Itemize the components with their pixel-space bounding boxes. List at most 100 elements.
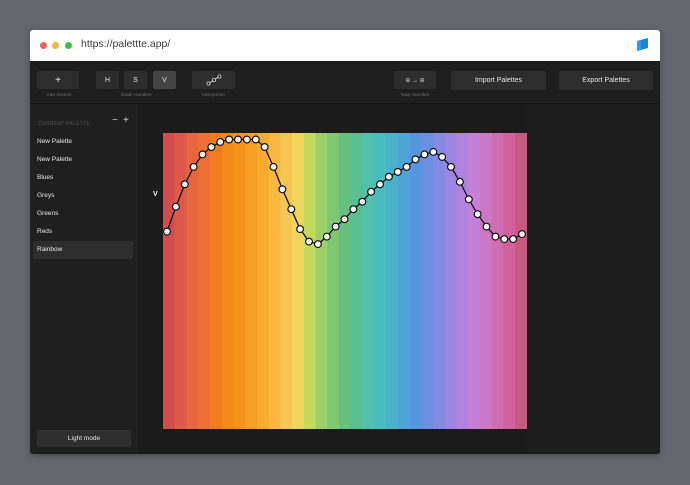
- palette-canvas: [162, 133, 528, 429]
- curve-handle[interactable]: [162, 227, 172, 236]
- curve-handle[interactable]: [500, 235, 509, 244]
- curve-handle[interactable]: [251, 135, 260, 144]
- swatch-strip: [163, 133, 528, 429]
- color-swatch[interactable]: [491, 133, 505, 429]
- curve-handle[interactable]: [358, 197, 367, 206]
- color-swatch[interactable]: [163, 133, 176, 429]
- import-palettes-button[interactable]: Import Palettes: [451, 71, 546, 90]
- curve-handle[interactable]: [242, 135, 251, 144]
- light-mode-button[interactable]: Light mode: [37, 430, 131, 447]
- curve-handle[interactable]: [518, 230, 527, 239]
- color-swatch[interactable]: [503, 133, 516, 429]
- maximize-window-button[interactable]: [65, 42, 72, 49]
- curve-handle[interactable]: [367, 187, 376, 196]
- curve-handle[interactable]: [313, 240, 322, 249]
- color-swatch[interactable]: [480, 133, 493, 429]
- map-handles-icon: ⊖ → ⊖: [405, 77, 425, 84]
- color-swatch[interactable]: [245, 133, 258, 429]
- curve-handle[interactable]: [331, 222, 340, 231]
- curve-handle[interactable]: [384, 172, 393, 181]
- scale-s-button[interactable]: S: [124, 71, 147, 89]
- color-swatch[interactable]: [303, 133, 317, 429]
- curve-handle[interactable]: [340, 215, 349, 224]
- color-swatch[interactable]: [221, 133, 235, 429]
- curve-handle[interactable]: [473, 210, 482, 219]
- curve-handle[interactable]: [393, 167, 402, 176]
- color-swatch[interactable]: [374, 133, 387, 429]
- palette-item[interactable]: Greys: [33, 187, 133, 205]
- curve-handle[interactable]: [376, 180, 385, 189]
- palette-item[interactable]: Blues: [33, 169, 133, 187]
- color-swatch[interactable]: [327, 133, 340, 429]
- curve-handle[interactable]: [171, 202, 180, 211]
- color-swatch[interactable]: [362, 133, 375, 429]
- curve-handle[interactable]: [429, 147, 438, 156]
- curve-handle[interactable]: [198, 150, 207, 159]
- curve-handle[interactable]: [278, 185, 287, 194]
- remove-palette-button[interactable]: −: [112, 115, 118, 126]
- color-swatch[interactable]: [397, 133, 411, 429]
- map-handles-label: Map Handles: [400, 93, 430, 98]
- color-swatch[interactable]: [515, 133, 528, 429]
- color-swatch[interactable]: [233, 133, 246, 429]
- curve-handle[interactable]: [447, 162, 456, 171]
- toolbar: + Add Search H S V Scale Handles Interpo…: [30, 61, 660, 104]
- color-swatch[interactable]: [409, 133, 422, 429]
- curve-handle[interactable]: [296, 225, 305, 234]
- palette-item[interactable]: New Palette: [33, 151, 133, 169]
- curve-handle[interactable]: [411, 155, 420, 164]
- curve-handle[interactable]: [269, 162, 278, 171]
- interpolate-button[interactable]: [192, 71, 235, 89]
- palette-item[interactable]: New Palette: [33, 133, 133, 151]
- color-swatch[interactable]: [444, 133, 458, 429]
- scale-v-button[interactable]: V: [153, 71, 176, 89]
- curve-handle[interactable]: [438, 152, 447, 161]
- color-swatch[interactable]: [421, 133, 434, 429]
- curve-handle[interactable]: [216, 137, 225, 147]
- curve-handle[interactable]: [420, 150, 429, 159]
- curve-handle[interactable]: [287, 205, 296, 214]
- curve-handle[interactable]: [349, 205, 358, 214]
- color-swatch[interactable]: [209, 133, 223, 429]
- color-swatch[interactable]: [256, 133, 270, 429]
- curve-handle[interactable]: [464, 195, 473, 204]
- palettte-logo-icon: [637, 38, 648, 51]
- export-palettes-button[interactable]: Export Palettes: [559, 71, 653, 90]
- close-window-button[interactable]: [40, 42, 47, 49]
- curve-handle[interactable]: [260, 143, 269, 152]
- curve-handle[interactable]: [207, 143, 216, 152]
- scale-h-button[interactable]: H: [96, 71, 119, 89]
- address-bar[interactable]: https://palettte.app/: [81, 38, 170, 50]
- add-search-button[interactable]: +: [37, 71, 79, 89]
- map-handles-button[interactable]: ⊖ → ⊖: [394, 71, 436, 89]
- curve-handle[interactable]: [402, 162, 411, 171]
- right-panel: [527, 104, 660, 454]
- curve-handle[interactable]: [225, 135, 234, 144]
- curve-handle[interactable]: [509, 235, 518, 244]
- curve-handle[interactable]: [491, 232, 500, 241]
- color-swatch[interactable]: [174, 133, 188, 429]
- palette-item[interactable]: Rainbow: [33, 241, 133, 259]
- add-search-label: Add Search: [46, 93, 72, 98]
- curve-handle[interactable]: [305, 237, 314, 246]
- palette-item[interactable]: Reds: [33, 223, 133, 241]
- palette-item[interactable]: Greens: [33, 205, 133, 223]
- curve-handle[interactable]: [233, 135, 242, 144]
- color-swatch[interactable]: [433, 133, 446, 429]
- curve-handle[interactable]: [180, 180, 189, 189]
- minimize-window-button[interactable]: [52, 42, 59, 49]
- color-swatch[interactable]: [268, 133, 282, 429]
- curve-handle[interactable]: [189, 162, 198, 171]
- color-swatch[interactable]: [468, 133, 481, 429]
- color-swatch[interactable]: [315, 133, 328, 429]
- curve-handle[interactable]: [455, 177, 464, 186]
- color-swatch[interactable]: [292, 133, 305, 429]
- curve-handle[interactable]: [482, 222, 491, 231]
- color-swatch[interactable]: [280, 133, 293, 429]
- color-swatch[interactable]: [339, 133, 352, 429]
- add-palette-button[interactable]: +: [123, 115, 129, 126]
- curve-handle[interactable]: [322, 232, 331, 241]
- color-swatch[interactable]: [456, 133, 469, 429]
- color-swatch[interactable]: [350, 133, 364, 429]
- color-swatch[interactable]: [198, 133, 211, 429]
